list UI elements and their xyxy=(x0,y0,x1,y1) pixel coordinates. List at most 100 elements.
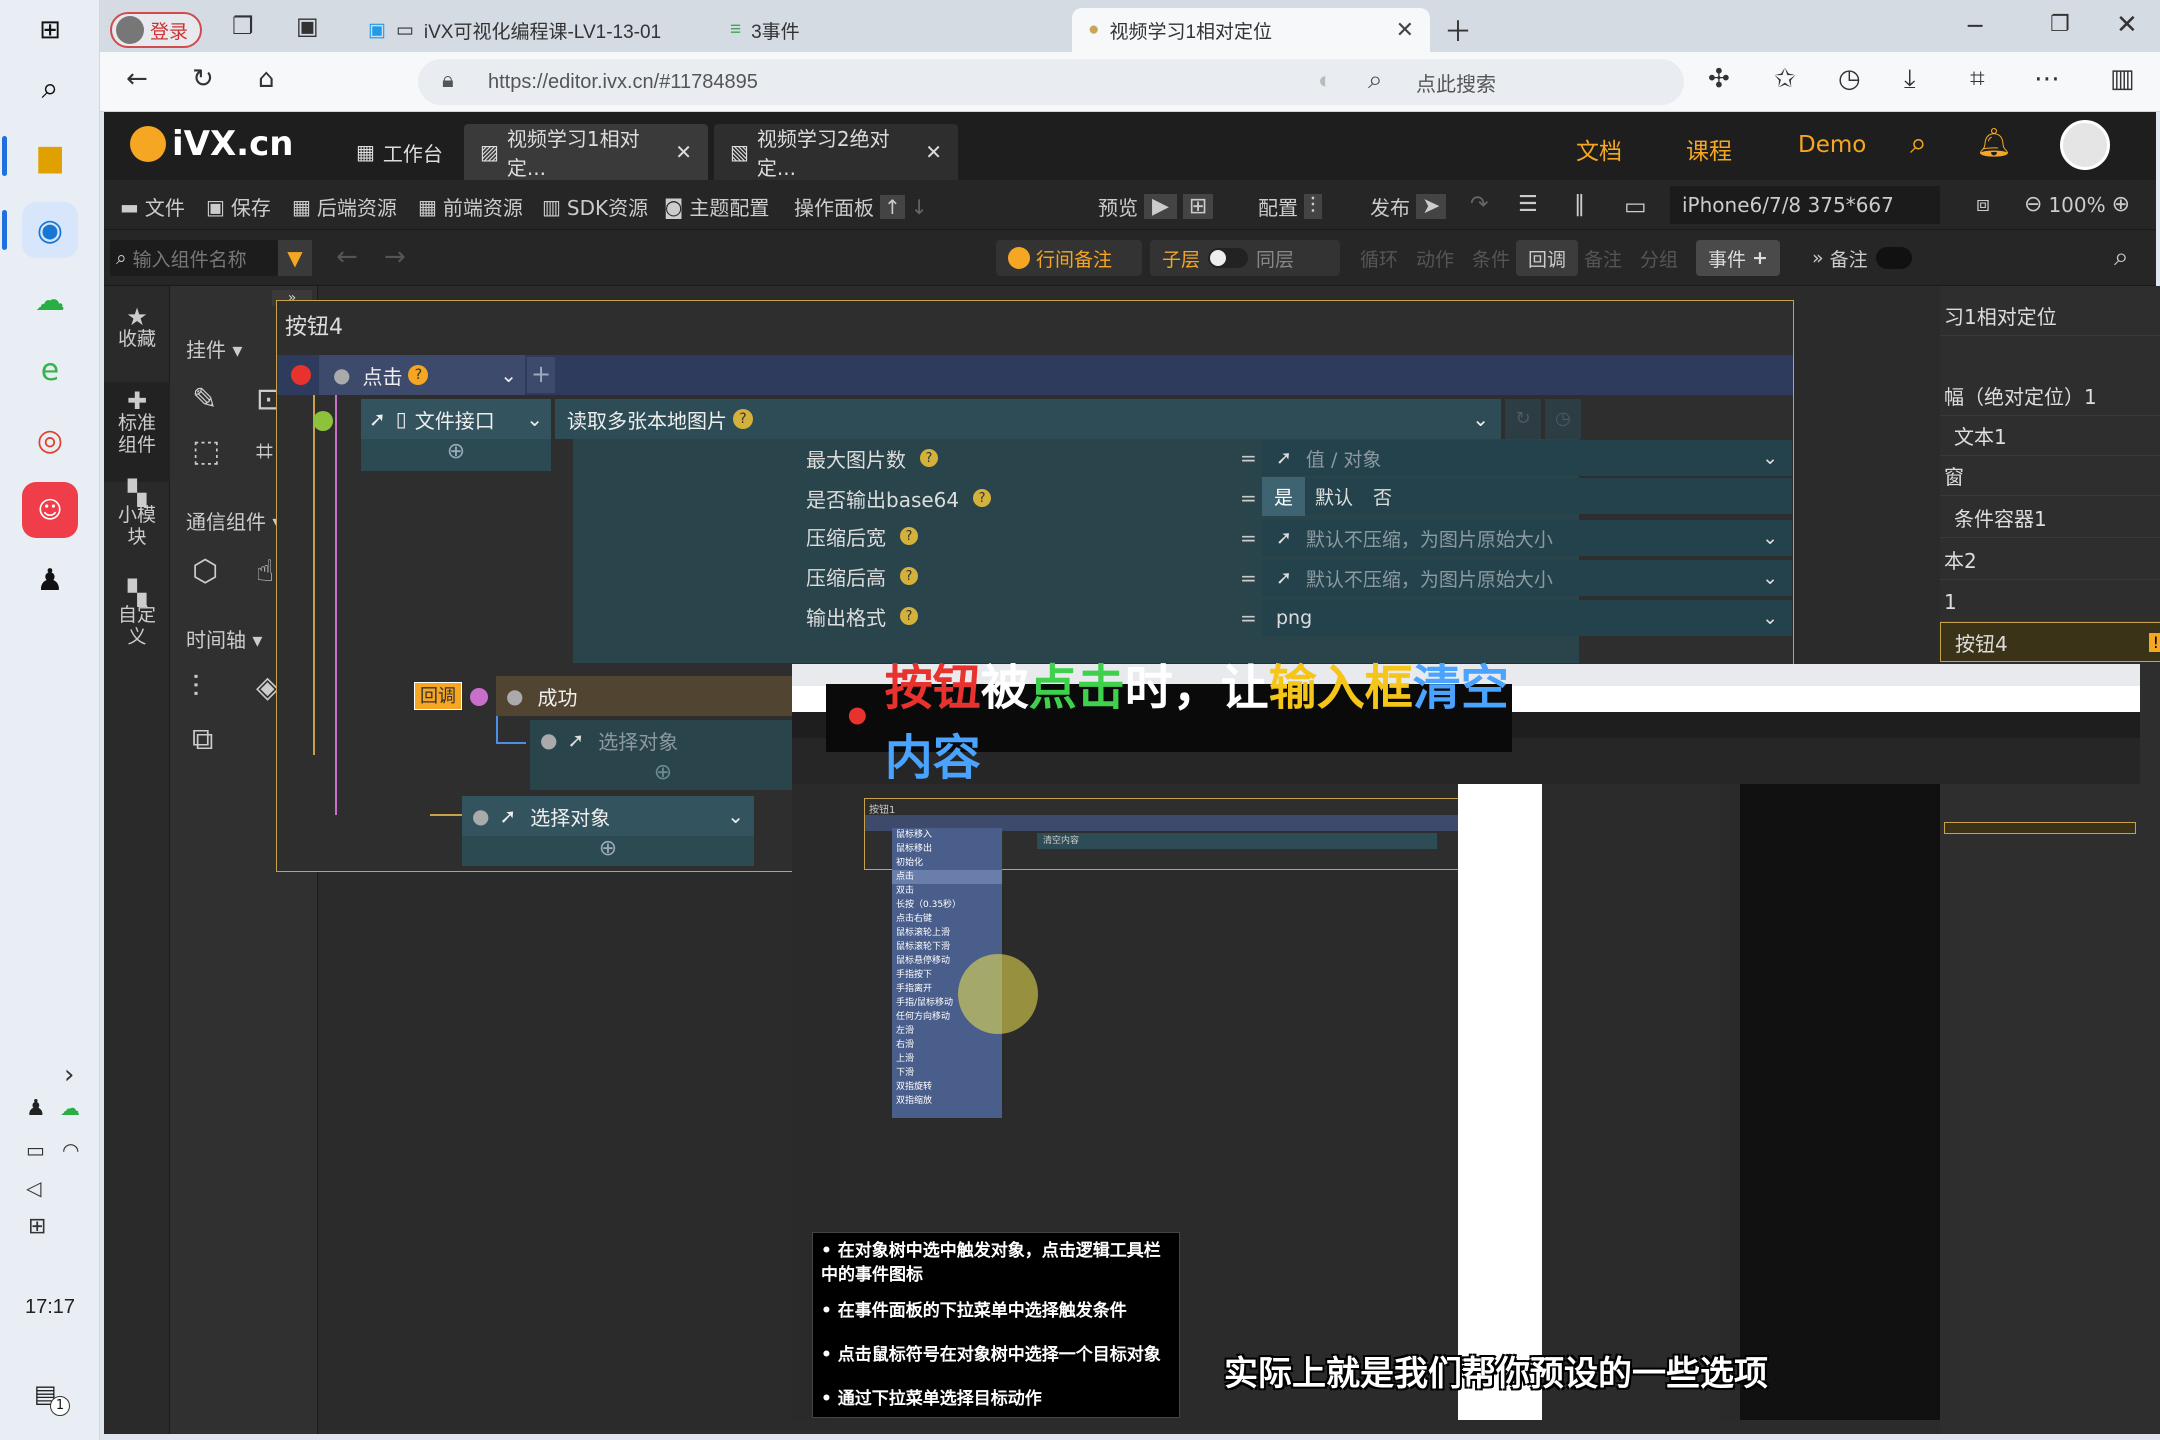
sdk-resources[interactable]: ▥ SDK资源 xyxy=(542,192,648,221)
home-icon[interactable]: ⌂ xyxy=(258,64,275,94)
redo-icon[interactable]: ↷ xyxy=(1470,192,1488,217)
backend-resources[interactable]: ▦ 后端资源 xyxy=(292,192,397,221)
close-icon[interactable]: ✕ xyxy=(675,140,692,164)
tracking-icon[interactable]: ◐ xyxy=(1318,67,1333,95)
help-icon[interactable]: ? xyxy=(733,409,753,429)
api-icon[interactable]: ⬡ xyxy=(192,554,218,589)
width-field[interactable]: ➚ 默认不压缩，为图片原始大小 ⌄ xyxy=(1262,520,1792,556)
action-button[interactable]: 动作 xyxy=(1404,240,1466,276)
cursor-icon[interactable]: ➚ xyxy=(1276,527,1292,549)
wechat-tray-icon[interactable]: ☁ xyxy=(60,1096,80,1120)
new-tab-icon[interactable]: ＋ xyxy=(1444,10,1472,50)
ops-panel[interactable]: 操作面板 ↑ ↓ xyxy=(794,192,928,221)
target-select[interactable]: ➚ ▯ 文件接口 ⌄ xyxy=(361,399,551,439)
wifi-icon[interactable]: ◠ xyxy=(62,1138,79,1162)
clock[interactable]: 17:17 xyxy=(0,1296,100,1319)
event-select[interactable]: ● 点击 ? ⌄ xyxy=(319,355,525,395)
save-button[interactable]: ▣ 保存 xyxy=(206,192,271,221)
event-delete-icon[interactable] xyxy=(291,365,311,385)
publish-button[interactable]: 发布 ➤ xyxy=(1370,192,1447,221)
callback-tag[interactable]: 回调 xyxy=(414,682,462,710)
theme-config[interactable]: ◙ 主题配置 xyxy=(664,192,769,221)
tree-item-page[interactable]: 习1相对定位 xyxy=(1940,296,2160,336)
rail-custom[interactable]: ▚ 自定义 xyxy=(104,581,170,648)
url-field[interactable]: 🔒︎ https://editor.ivx.cn/#11784895 ◐ ☆ xyxy=(418,59,1418,105)
height-field[interactable]: ➚ 默认不压缩，为图片原始大小 ⌄ xyxy=(1262,560,1792,596)
callback-button[interactable]: 回调 xyxy=(1516,240,1579,276)
refresh-icon[interactable]: ↻ xyxy=(192,64,214,94)
cursor-icon[interactable]: ➚ xyxy=(567,728,584,752)
timeline-group-header[interactable]: 时间轴 ▾ xyxy=(186,624,262,653)
browser-tab-active[interactable]: ● 视频学习1相对定位 ✕ xyxy=(1072,8,1430,52)
nav-demo[interactable]: Demo xyxy=(1798,132,1866,158)
action-select[interactable]: 读取多张本地图片 ? ⌄ xyxy=(555,399,1501,439)
align-icon[interactable]: ☰ xyxy=(1518,192,1538,217)
toggle-switch[interactable] xyxy=(1875,247,1912,269)
arrow-up-icon[interactable]: ↑ xyxy=(880,194,905,219)
add-target-icon[interactable]: ⊕ xyxy=(462,836,754,866)
add-target-icon[interactable]: ⊕ xyxy=(361,439,551,471)
nav-courses[interactable]: 课程 xyxy=(1686,132,1732,166)
edit-text-icon[interactable]: ✎ xyxy=(192,382,217,417)
app-icon[interactable]: ☺ xyxy=(22,482,78,538)
more-icon[interactable]: ⋯ xyxy=(2034,64,2060,94)
rail-modules[interactable]: ▚ 小模块 xyxy=(104,481,170,548)
user-avatar[interactable] xyxy=(2060,120,2110,170)
rail-standard-components[interactable]: ✚ 标准组件 xyxy=(104,382,170,482)
select-area-icon[interactable]: ⬚ xyxy=(192,434,220,469)
add-event-button[interactable]: 事件 + xyxy=(1696,240,1780,276)
extensions-icon[interactable]: ✣ xyxy=(1708,64,1730,94)
screenshot-icon[interactable]: ⌗ xyxy=(1970,64,1985,95)
frontend-resources[interactable]: ▦ 前端资源 xyxy=(418,192,523,221)
tab-project-2[interactable]: ▧ 视频学习2绝对定... ✕ xyxy=(714,124,958,180)
select-object-row4[interactable]: ● ➚ 选择对象 xyxy=(530,720,796,760)
volume-icon[interactable]: ◁ xyxy=(26,1176,41,1200)
close-icon[interactable]: ✕ xyxy=(925,140,942,164)
zoom-out-icon[interactable]: ⊖ xyxy=(2024,192,2042,217)
sidebar-toggle-icon[interactable]: ▥ xyxy=(2110,64,2135,94)
help-icon[interactable]: ? xyxy=(900,607,918,625)
crop-icon[interactable]: ⌗ xyxy=(256,434,273,469)
ie-browser-icon[interactable]: e xyxy=(22,342,78,398)
add-event-icon[interactable]: + xyxy=(527,357,555,393)
radio-yes[interactable]: 是 xyxy=(1262,476,1306,516)
add-target-icon[interactable]: ⊕ xyxy=(530,760,796,790)
comm-group-header[interactable]: 通信组件 ▾ xyxy=(186,506,282,535)
file-explorer-icon[interactable]: ▆ xyxy=(22,128,78,184)
note-panel-toggle[interactable]: » 备注 xyxy=(1800,240,1924,276)
battery-icon[interactable]: ▭ xyxy=(26,1138,45,1162)
row-note-toggle[interactable]: 行间备注 xyxy=(996,240,1142,276)
nav-docs[interactable]: 文档 xyxy=(1576,132,1622,166)
success-callback[interactable]: ● 成功 xyxy=(496,676,796,716)
tree-item-absolute[interactable]: 幅（绝对定位）1 xyxy=(1940,376,2160,416)
file-menu[interactable]: ▬ 文件 xyxy=(120,192,185,221)
max-images-field[interactable]: ➚ 值 / 对象 ⌄ xyxy=(1262,440,1792,476)
refresh-icon[interactable]: ↻ xyxy=(1505,399,1541,439)
tree-item-condition[interactable]: 条件容器1 xyxy=(1940,498,2160,538)
close-icon[interactable]: ✕ xyxy=(1396,17,1414,43)
qr-code-icon[interactable]: ⊞ xyxy=(1182,194,1214,219)
radio-no[interactable]: 否 xyxy=(1363,477,1402,516)
help-icon[interactable]: ? xyxy=(973,489,992,507)
download-icon[interactable]: ⤓ xyxy=(1904,64,1916,95)
devices-icon[interactable]: ▭ xyxy=(1624,192,1647,220)
filter-icon[interactable]: ▼ xyxy=(278,240,312,276)
cursor-icon[interactable]: ➚ xyxy=(1276,447,1292,469)
collections-icon[interactable]: ❐ xyxy=(232,12,254,40)
loop-button[interactable]: 循环 xyxy=(1348,240,1410,276)
touch-icon[interactable]: ☝ xyxy=(256,554,274,589)
format-select[interactable]: png ⌄ xyxy=(1262,600,1792,636)
sliders-icon[interactable]: ⫶ xyxy=(192,670,200,705)
preview-button[interactable]: 预览 ▶ ⊞ xyxy=(1098,192,1214,221)
back-arrow-icon[interactable]: ← xyxy=(336,242,358,272)
chevron-right-icon[interactable]: › xyxy=(64,1060,74,1090)
note-button[interactable]: 备注 xyxy=(1572,240,1634,276)
qq-icon[interactable]: ♟ xyxy=(22,552,78,608)
cursor-icon[interactable]: ➚ xyxy=(499,804,516,828)
search-icon[interactable]: ⌕ xyxy=(22,60,78,116)
minimize-icon[interactable]: ─ xyxy=(1968,12,1982,40)
qq-tray-icon[interactable]: ♟ xyxy=(26,1096,46,1121)
distribute-icon[interactable]: ‖ xyxy=(1574,192,1585,217)
tree-item-window[interactable]: 窗 xyxy=(1940,456,2160,496)
browser-tab-course[interactable]: ▣ ▭ iVX可视化编程课-LV1-13-01 xyxy=(352,8,714,52)
